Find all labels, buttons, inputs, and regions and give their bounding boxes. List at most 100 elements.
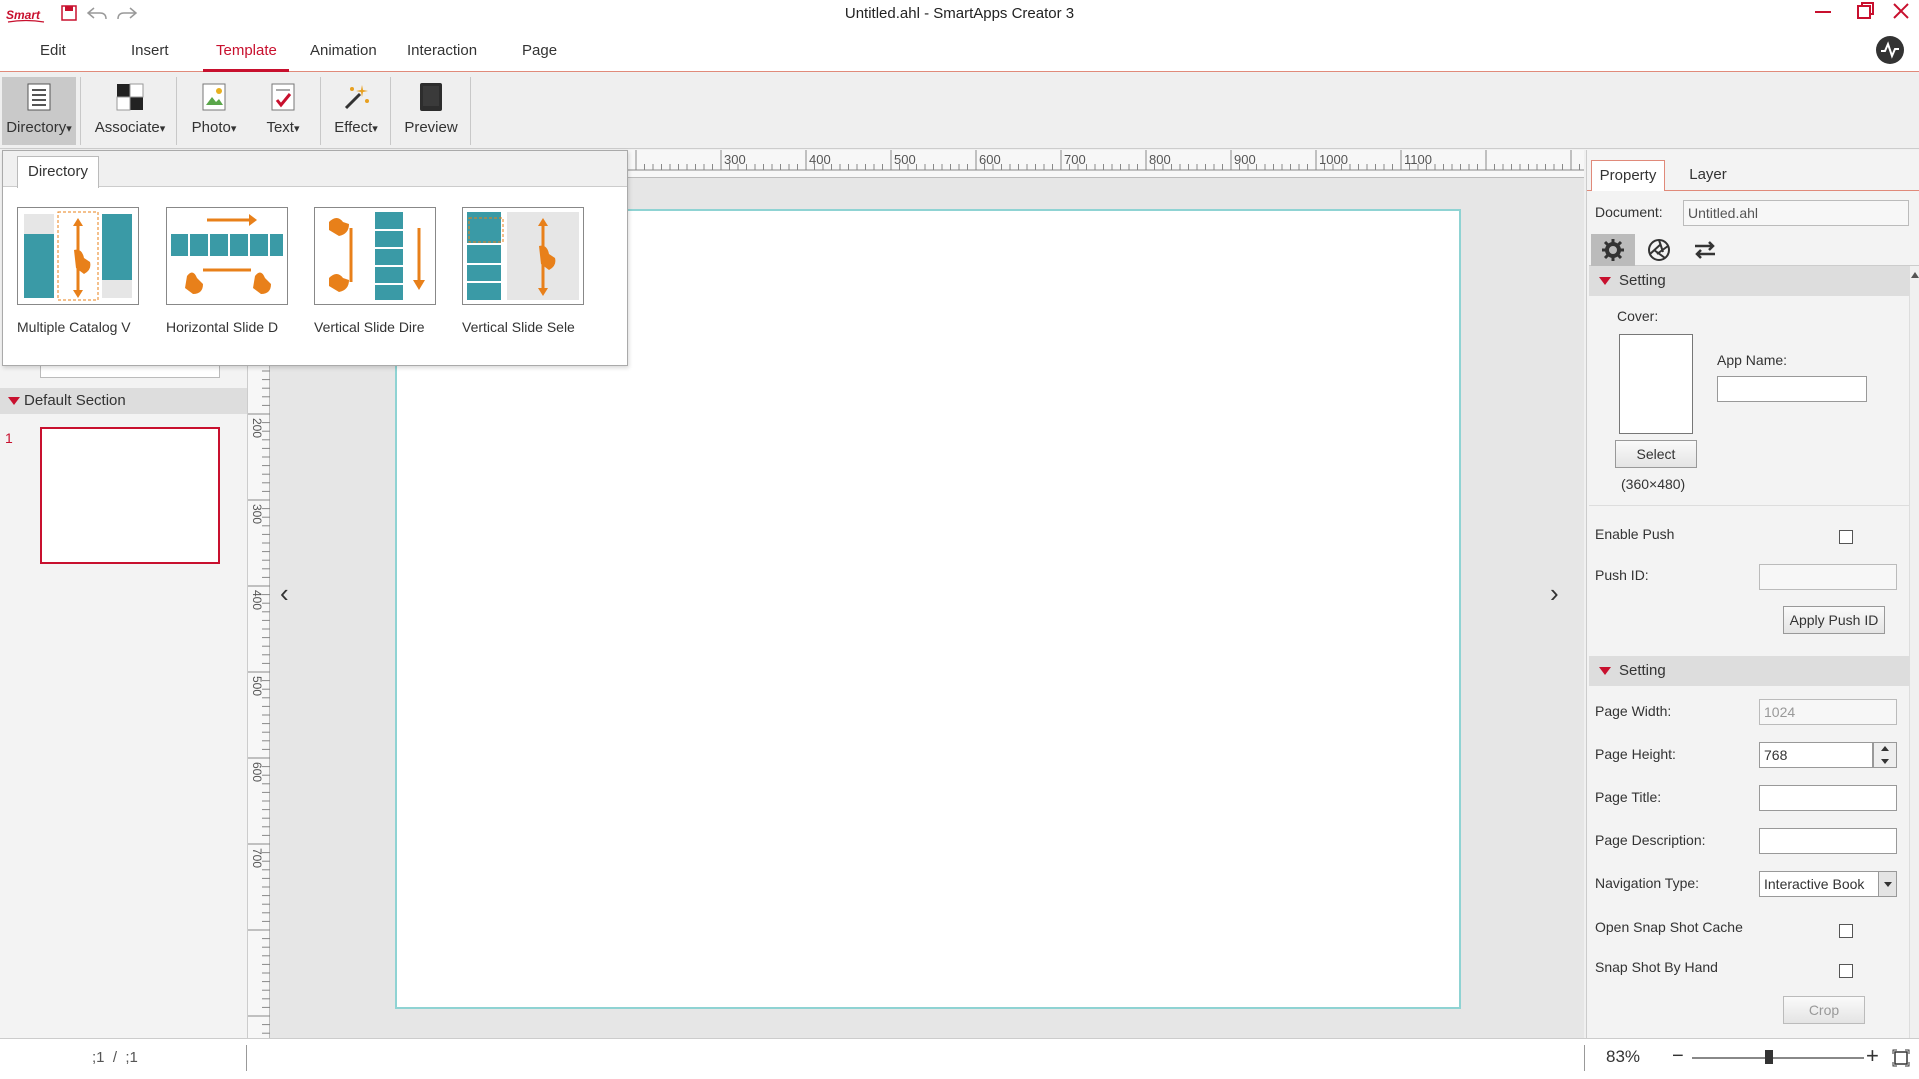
popup-tab-bar: Directory [3,151,627,188]
window-title: Untitled.ahl - SmartApps Creator 3 [844,5,1075,22]
photo-label: Photo [191,119,231,136]
multiple-catalog-template-icon [24,211,132,301]
spin-down-icon[interactable] [1881,759,1889,764]
crop-button[interactable]: Crop [1783,996,1865,1024]
enable-push-checkbox[interactable] [1839,530,1853,544]
navigation-type-select[interactable]: Interactive Book [1759,871,1897,897]
page-thumbnail[interactable] [40,427,220,564]
navigation-type-value: Interactive Book [1764,876,1865,892]
tab-layer[interactable]: Layer [1671,160,1745,190]
zoom-slider[interactable] [1692,1050,1864,1064]
magic-wand-icon [340,81,372,113]
text-button[interactable]: Text▾ [252,77,314,145]
open-snapshot-cache-label: Open Snap Shot Cache [1595,919,1743,935]
push-id-input[interactable] [1759,564,1897,590]
swap-icon[interactable] [1683,234,1727,266]
cover-image-placeholder[interactable] [1619,334,1693,434]
menu-interaction[interactable]: Interaction [407,42,477,59]
horizontal-slide-template-icon [171,214,283,294]
app-name-input[interactable] [1717,376,1867,402]
directory-label: Directory [6,119,67,136]
scroll-up-icon[interactable] [1911,272,1919,278]
apply-push-id-button[interactable]: Apply Push ID [1783,606,1885,634]
menu-page[interactable]: Page [522,42,557,59]
setting-section-header[interactable]: Setting [1589,656,1919,686]
gear-icon[interactable] [1591,234,1635,266]
vertical-ruler: 200 300 400 500 600 700 [248,366,270,1038]
divider [1589,505,1919,506]
minimize-icon[interactable] [1806,0,1840,24]
page-title-input[interactable] [1759,785,1897,811]
ruler-label: 500 [894,152,916,167]
activity-icon[interactable] [1876,36,1904,64]
page-indicator: ;1 / ;1 [92,1049,138,1066]
app-name-label: App Name: [1717,352,1788,368]
next-page-arrow-icon[interactable]: › [1550,578,1559,609]
chevron-down-icon[interactable] [1878,872,1896,896]
default-section-header[interactable]: Default Section [0,388,247,414]
menu-edit[interactable]: Edit [40,42,66,59]
page-height-spinner[interactable] [1873,742,1897,768]
page-width-label: Page Width: [1595,703,1672,719]
zoom-out-icon[interactable]: − [1672,1045,1684,1068]
template-caption: Vertical Slide Sele [462,319,575,335]
menu-insert[interactable]: Insert [131,42,169,59]
template-thumbnail [462,207,584,305]
select-cover-button[interactable]: Select [1615,440,1697,468]
preview-icon [415,81,447,113]
template-caption: Multiple Catalog V [17,319,131,335]
zoom-slider-thumb[interactable] [1765,1050,1774,1064]
property-panel: Property Layer Document: Untitled.ahl Se… [1586,150,1919,1038]
template-horizontal-slide[interactable]: Horizontal Slide D [166,207,288,335]
status-bar: ;1 / ;1 83% − + [0,1038,1919,1079]
open-snapshot-cache-checkbox[interactable] [1839,924,1853,938]
zoom-in-icon[interactable]: + [1866,1043,1879,1069]
template-thumbnail [166,207,288,305]
ruler-label: 1000 [1319,152,1348,167]
spin-up-icon[interactable] [1881,746,1889,751]
ribbon-separator [390,77,391,145]
ruler-label: 200 [250,418,264,439]
cover-size-text: (360×480) [1621,476,1686,492]
directory-button[interactable]: Directory▾ [2,77,76,145]
ruler-label: 300 [724,152,746,167]
aperture-icon[interactable] [1637,234,1681,266]
preview-button[interactable]: Preview [396,77,466,145]
collapse-triangle-icon [1599,277,1611,285]
snapshot-by-hand-label: Snap Shot By Hand [1595,959,1718,975]
menu-template[interactable]: Template [216,42,277,59]
prev-page-arrow-icon[interactable]: ‹ [280,578,289,609]
horizontal-ruler-ticks [628,150,1584,171]
ruler-label: 500 [250,676,264,697]
tab-property[interactable]: Property [1591,160,1665,191]
template-vertical-slide-directory[interactable]: Vertical Slide Dire [314,207,436,335]
associate-button[interactable]: Associate▾ [86,77,174,145]
page-description-input[interactable] [1759,828,1897,854]
ribbon-separator [320,77,321,145]
fit-to-window-icon[interactable] [1892,1049,1910,1070]
effect-button[interactable]: Effect▾ [324,77,388,145]
setting-section-header[interactable]: Setting [1589,266,1919,296]
close-icon[interactable] [1884,0,1918,24]
tab-directory[interactable]: Directory [17,156,99,188]
preview-label: Preview [404,119,458,136]
setting-title: Setting [1619,662,1666,679]
horizontal-ruler: 300 400 500 600 700 800 900 1000 1100 [628,150,1584,178]
page-height-input[interactable]: 768 [1759,742,1873,768]
template-multiple-catalog[interactable]: Multiple Catalog V [17,207,139,335]
property-scrollbar[interactable] [1909,266,1919,1038]
photo-button[interactable]: Photo▾ [182,77,246,145]
menu-animation[interactable]: Animation [310,42,377,59]
snapshot-by-hand-checkbox[interactable] [1839,964,1853,978]
collapse-triangle-icon [1599,667,1611,675]
vertical-slide-directory-template-icon [329,212,425,300]
navigation-type-label: Navigation Type: [1595,875,1700,891]
text-label: Text [266,119,294,136]
document-label: Document: [1595,204,1663,220]
restore-icon[interactable] [1848,0,1882,24]
push-id-label: Push ID: [1595,567,1649,583]
collapse-triangle-icon [8,397,20,405]
document-field: Untitled.ahl [1683,200,1909,226]
template-vertical-slide-select[interactable]: Vertical Slide Sele [462,207,584,335]
status-divider [1584,1045,1585,1071]
